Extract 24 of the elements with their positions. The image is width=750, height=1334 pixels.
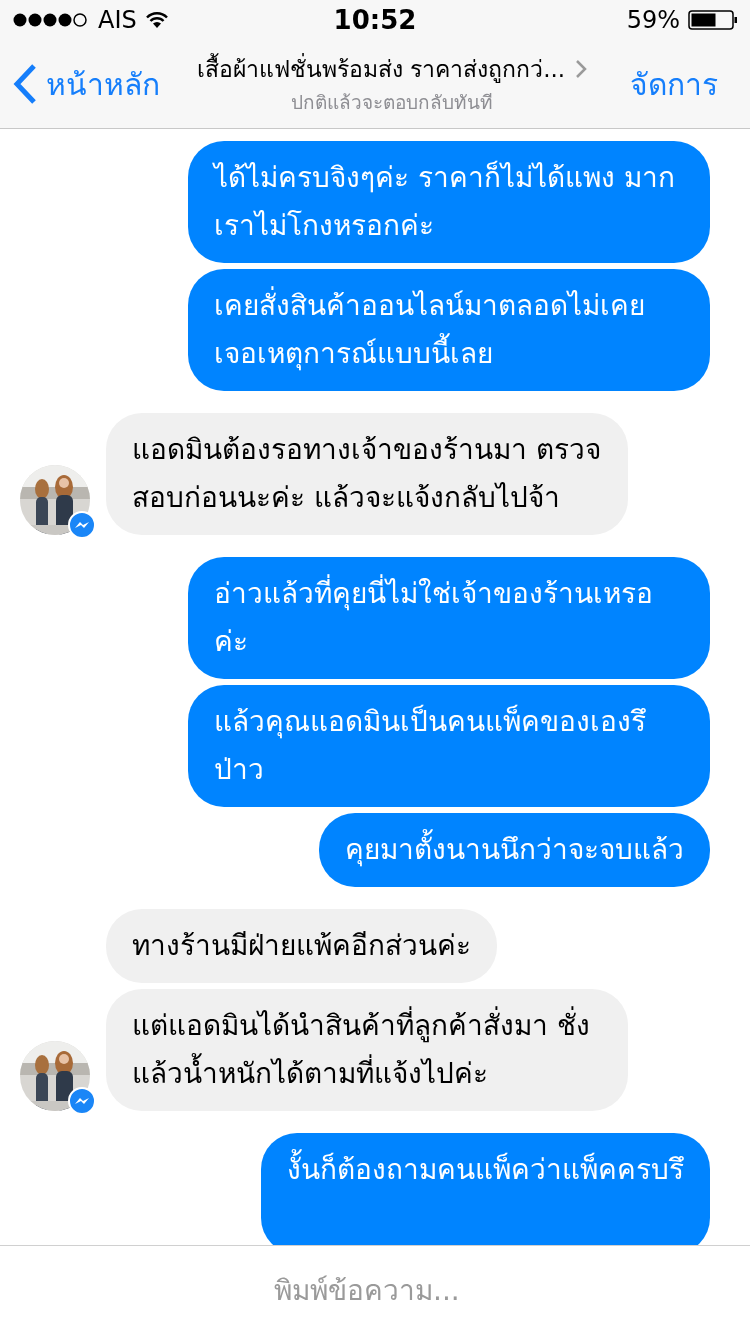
wifi-icon	[144, 11, 169, 29]
chevron-left-icon	[12, 63, 38, 105]
chevron-right-icon	[575, 59, 588, 79]
sent-message: คุยมาตั้งนานนึกว่าจะจบแล้ว	[319, 813, 710, 887]
sent-message: งั้นก็ต้องถามคนแพ็คว่าแพ็คครบรึ	[261, 1133, 710, 1245]
received-message: ทางร้านมีฝ่ายแพ้คอีกส่วนค่ะ	[106, 909, 497, 983]
manage-button[interactable]: จัดการ	[624, 60, 738, 108]
signal-icon	[12, 12, 90, 28]
sent-message: ได้ไม่ครบจิงๆค่ะ ราคาก็ไม่ได้แพง มากเราไม่โกงหรอกค่ะ	[188, 141, 710, 263]
battery-icon	[688, 10, 738, 30]
sent-message: แล้วคุณแอดมินเป็นคนแพ็คของเองรึป่าว	[188, 685, 710, 807]
carrier-name: AIS	[98, 6, 137, 34]
sent-message: อ่าวแล้วที่คุยนี่ไม่ใช่เจ้าของร้านเหรอค่ะ	[188, 557, 710, 679]
message-input[interactable]: พิมพ์ข้อความ...	[40, 1273, 710, 1307]
battery-percent: 59%	[626, 6, 680, 34]
chat-title[interactable]: เสื้อผ้าแฟชั่นพร้อมส่ง ราคาส่งถูกกว่...	[196, 51, 566, 87]
received-message: แอดมินต้องรอทางเจ้าของร้านมา ตรวจสอบก่อนนะค่ะ แล้วจะแจ้งกลับไปจ้า	[106, 413, 628, 535]
received-message: แต่แอดมินได้นำสินค้าที่ลูกค้าสั่งมา ชั่งแล้วน้ำหนักได้ตามที่แจ้งไปค่ะ	[106, 989, 628, 1111]
messenger-badge-icon	[68, 511, 96, 539]
back-button[interactable]: หน้าหลัก	[12, 60, 160, 108]
messenger-badge-icon	[68, 1087, 96, 1115]
sent-message: เคยสั่งสินค้าออนไลน์มาตลอดไม่เคย เจอเหตุการณ์แบบนี้เลย	[188, 269, 710, 391]
clock-time: 10:52	[333, 5, 417, 35]
chat-subtitle: ปกติแล้วจะตอบกลับทันที	[291, 90, 493, 115]
